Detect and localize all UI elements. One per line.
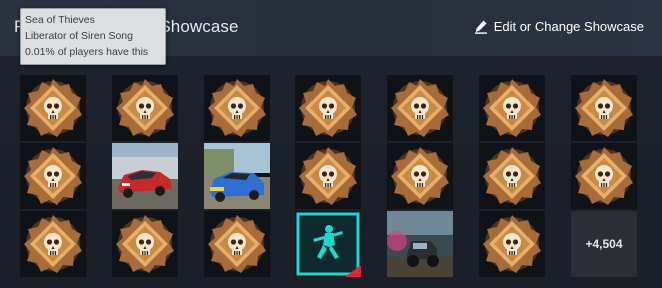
sea-of-thieves-achievement-icon[interactable] [387, 75, 453, 141]
more-achievements-button[interactable]: +4,504 [571, 211, 637, 277]
sea-of-thieves-achievement-icon[interactable] [20, 143, 86, 209]
sea-of-thieves-achievement-icon[interactable] [112, 75, 178, 141]
tooltip-rarity: 0.01% of players have this [25, 46, 149, 58]
sea-of-thieves-achievement-icon[interactable] [20, 75, 86, 141]
sea-of-thieves-achievement-icon[interactable] [387, 143, 453, 209]
soldier-achievement-icon[interactable] [295, 211, 361, 277]
sea-of-thieves-achievement-icon[interactable] [571, 75, 637, 141]
achievement-showcase-panel: Rare Achievement Showcase Edit or Change… [0, 0, 662, 288]
sea-of-thieves-achievement-icon[interactable] [295, 75, 361, 141]
sea-of-thieves-achievement-icon[interactable] [479, 211, 545, 277]
sea-of-thieves-achievement-icon[interactable] [204, 75, 270, 141]
offroad-truck-achievement-icon[interactable] [387, 211, 453, 277]
sea-of-thieves-achievement-icon[interactable] [571, 143, 637, 209]
sea-of-thieves-achievement-icon[interactable] [204, 211, 270, 277]
sea-of-thieves-achievement-icon[interactable] [479, 143, 545, 209]
sea-of-thieves-achievement-icon[interactable] [479, 75, 545, 141]
blue-car-achievement-icon[interactable] [204, 143, 270, 209]
achievement-tooltip: Sea of Thieves Liberator of Siren Song 0… [20, 8, 166, 65]
sea-of-thieves-achievement-icon[interactable] [112, 211, 178, 277]
edit-showcase-label: Edit or Change Showcase [493, 19, 644, 34]
edit-showcase-button[interactable]: Edit or Change Showcase [474, 19, 644, 34]
tooltip-game-name: Sea of Thieves [25, 14, 95, 26]
sea-of-thieves-achievement-icon[interactable] [295, 143, 361, 209]
pencil-icon [474, 19, 488, 34]
red-car-achievement-icon[interactable] [112, 143, 178, 209]
sea-of-thieves-achievement-icon[interactable] [20, 211, 86, 277]
tooltip-achievement-name: Liberator of Siren Song [25, 30, 133, 42]
